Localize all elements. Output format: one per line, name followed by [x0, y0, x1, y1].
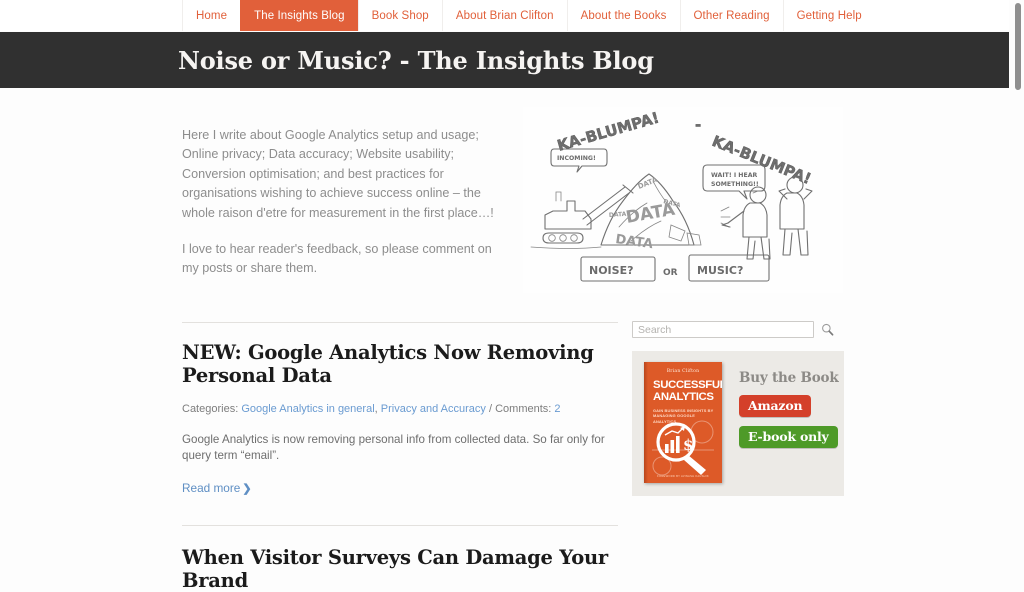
svg-text:DATA: DATA [609, 211, 627, 219]
amazon-button[interactable]: Amazon [739, 395, 812, 417]
book-cover-footer: FOREWORD BY AVINASH KAUSHIK [657, 475, 709, 478]
post-title[interactable]: When Visitor Surveys Can Damage Your Bra… [182, 546, 618, 592]
search-input[interactable] [632, 321, 814, 338]
nav-item-about-the-books[interactable]: About the Books [566, 0, 680, 31]
post-meta-comments-label: / Comments: [488, 403, 552, 415]
post-meta-comma: , [374, 403, 378, 415]
svg-text:INCOMING!: INCOMING! [557, 155, 596, 162]
main-navigation: Home The Insights Blog Book Shop About B… [0, 0, 1024, 31]
read-more-link[interactable]: Read more ❯ [182, 481, 252, 495]
book-spine [644, 362, 648, 483]
book-cover[interactable]: Brian Clifton SUCCESSFUL ANALYTICS GAIN … [644, 362, 722, 483]
chevron-right-icon: ❯ [242, 483, 252, 495]
search-icon[interactable] [821, 323, 834, 336]
scrollbar-thumb[interactable] [1015, 3, 1021, 90]
post-category-link-1[interactable]: Google Analytics in general [241, 403, 374, 415]
intro-text: Here I write about Google Analytics setu… [182, 126, 500, 279]
buy-column: Buy the Book Amazon E-book only [739, 362, 839, 496]
intro-paragraph-1: Here I write about Google Analytics setu… [182, 128, 494, 220]
ebook-only-button[interactable]: E-book only [739, 426, 838, 448]
book-cover-title-line1: SUCCESSFUL [653, 379, 722, 391]
page-root: Home The Insights Blog Book Shop About B… [0, 0, 1024, 592]
nav-item-getting-help[interactable]: Getting Help [782, 0, 875, 31]
post-title[interactable]: NEW: Google Analytics Now Removing Perso… [182, 341, 618, 387]
book-cover-author: Brian Clifton [666, 369, 700, 374]
svg-text:NOISE?: NOISE? [589, 264, 633, 277]
svg-text:OR: OR [663, 268, 678, 278]
sidebar: Brian Clifton SUCCESSFUL ANALYTICS GAIN … [632, 321, 844, 496]
post-gap [182, 497, 618, 525]
book-cover-magnifier-chart-icon: $ [652, 420, 714, 476]
post-meta-categories-label: Categories: [182, 403, 239, 415]
post-meta: Categories: Google Analytics in general,… [182, 403, 618, 415]
post-excerpt: Google Analytics is now removing persona… [182, 433, 605, 462]
nav-item-about-brian-clifton[interactable]: About Brian Clifton [441, 0, 567, 31]
cartoon-shout-dash: - [695, 116, 701, 134]
buy-the-book-heading: Buy the Book [739, 370, 839, 386]
post-category-link-2[interactable]: Privacy and Accuracy [381, 403, 486, 415]
page-title: Noise or Music? - The Insights Blog [178, 45, 654, 75]
nav-item-other-reading[interactable]: Other Reading [679, 0, 783, 31]
svg-text:MUSIC?: MUSIC? [697, 264, 743, 277]
read-more-label: Read more [182, 481, 241, 495]
post-item-1: NEW: Google Analytics Now Removing Perso… [182, 323, 618, 497]
nav-item-home[interactable]: Home [182, 0, 240, 31]
svg-text:$: $ [683, 436, 693, 454]
intro-paragraph-2: I love to hear reader's feedback, so ple… [182, 242, 492, 276]
search-row [632, 321, 844, 338]
post-list: NEW: Google Analytics Now Removing Perso… [182, 322, 618, 592]
post-item-2: When Visitor Surveys Can Damage Your Bra… [182, 526, 618, 592]
post-comments-count[interactable]: 2 [554, 403, 560, 415]
book-cover-title-line2: ANALYTICS [653, 391, 714, 403]
buy-the-book-widget: Brian Clifton SUCCESSFUL ANALYTICS GAIN … [632, 351, 844, 496]
page-banner: Noise or Music? - The Insights Blog [0, 32, 1024, 88]
nav-item-the-insights-blog[interactable]: The Insights Blog [240, 0, 358, 31]
scrollbar-track[interactable] [1009, 0, 1024, 506]
svg-text:WAIT! I HEAR: WAIT! I HEAR [711, 172, 757, 179]
cartoon-illustration: .ink{fill:none;stroke:#707070;stroke-wid… [523, 107, 843, 293]
nav-item-book-shop[interactable]: Book Shop [357, 0, 442, 31]
svg-text:SOMETHING!!: SOMETHING!! [711, 181, 759, 188]
nav-left-spacer [0, 0, 182, 31]
